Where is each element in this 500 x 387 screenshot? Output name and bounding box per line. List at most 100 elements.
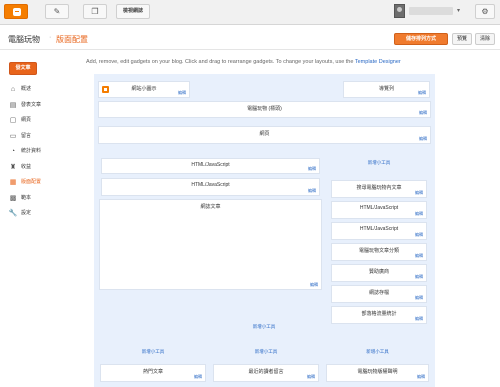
gadget-label: 導覽列 — [378, 86, 394, 92]
page-header: 電腦玩物 · 版面配置 儲存排列方式 預覽 清除 — [0, 26, 500, 50]
sidebar-item-label: 概述 — [21, 86, 32, 92]
html-javascript-gadget[interactable]: HTML/JavaScript 編輯 — [101, 178, 320, 196]
posts-list-icon[interactable]: ❐ — [83, 4, 107, 19]
sidebar-gadget[interactable]: 電腦玩物文章分類 編輯 — [331, 243, 427, 261]
sidebar-item-label: 設定 — [21, 210, 32, 216]
gadget-label: HTML/JavaScript — [191, 182, 230, 188]
sidebar-item-comments[interactable]: ▭ 留言 — [8, 129, 74, 145]
sidebar-item-label: 發表文章 — [21, 101, 42, 108]
view-blog-button[interactable]: 檢視網誌 — [116, 4, 150, 19]
sidebar-gadget[interactable]: 部落格流量統計 編輯 — [331, 306, 427, 324]
sidebar-nav: ⌂ 概述 ▤ 發表文章 ▢ 網頁 ▭ 留言 ◔ 統計資料 ♜ 收益 ▦ 版面配置 ▩ 範本 🔧 設… — [8, 82, 74, 222]
navbar-gadget[interactable]: 導覽列 編輯 — [343, 81, 430, 98]
sidebar-gadget[interactable]: 贊助廣商 編輯 — [331, 264, 427, 282]
comment-icon: ▭ — [9, 132, 17, 140]
edit-link[interactable]: 編輯 — [415, 274, 423, 280]
add-gadget-link[interactable]: 新增小工具 — [211, 349, 321, 355]
page-title: 版面配置 — [56, 35, 88, 44]
gadget-label: HTML/JavaScript — [359, 226, 399, 232]
gadget-label: HTML/JavaScript — [191, 162, 230, 168]
edit-link[interactable]: 編輯 — [415, 232, 423, 238]
new-post-pencil-icon[interactable]: ✎ — [45, 4, 69, 19]
gadget-label: 電腦玩物 (標頭) — [247, 106, 282, 112]
sidebar-item-pages[interactable]: ▢ 網頁 — [8, 113, 74, 129]
edit-link[interactable]: 編輯 — [418, 90, 426, 96]
favicon-gadget[interactable]: 網站小圖示 編輯 — [98, 81, 190, 98]
html-javascript-gadget[interactable]: HTML/JavaScript 編輯 — [101, 158, 320, 174]
edit-link[interactable]: 編輯 — [415, 190, 423, 196]
sidebar-item-layout[interactable]: ▦ 版面配置 — [8, 175, 74, 191]
edit-link[interactable]: 編輯 — [308, 188, 316, 194]
account-name-redacted[interactable] — [409, 7, 453, 15]
gadget-label: 部落格流量統計 — [361, 311, 397, 317]
template-designer-link[interactable]: Template Designer — [355, 59, 401, 65]
sidebar-item-label: 收益 — [21, 163, 32, 170]
edit-link[interactable]: 編輯 — [310, 282, 318, 288]
sidebar-gadget[interactable]: HTML/JavaScript 編輯 — [331, 201, 427, 219]
sidebar-item-posts[interactable]: ▤ 發表文章 — [8, 98, 74, 114]
edit-link[interactable]: 編輯 — [194, 374, 202, 380]
add-gadget-link[interactable]: 新增小工具 — [324, 349, 431, 355]
sidebar-gadget[interactable]: HTML/JavaScript 編輯 — [331, 222, 427, 240]
instructions-text: Add, remove, edit gadgets on your blog. … — [86, 59, 354, 65]
template-icon: ▩ — [9, 194, 17, 202]
blogger-logo-icon[interactable] — [4, 4, 28, 19]
sidebar-item-label: 範本 — [21, 194, 32, 201]
blog-title[interactable]: 電腦玩物 — [8, 34, 40, 45]
chevron-down-icon[interactable]: ▾ — [457, 7, 460, 14]
trophy-icon: ♜ — [9, 163, 17, 171]
gadget-label: 網誌存檔 — [368, 290, 389, 296]
edit-link[interactable]: 編輯 — [415, 253, 423, 259]
sidebar-item-earnings[interactable]: ♜ 收益 — [8, 160, 74, 176]
sidebar-item-label: 版面配置 — [21, 179, 42, 185]
sidebar-gadget[interactable]: 搜尋電腦玩物內文章 編輯 — [331, 180, 427, 198]
layout-icon: ▦ — [9, 179, 17, 186]
gear-icon[interactable]: ⚙ — [475, 4, 495, 19]
add-gadget-link[interactable]: 新增小工具 — [194, 324, 334, 330]
top-bar: ✎ ❐ 檢視網誌 ▾ ⚙ — [0, 0, 500, 25]
footer-gadget[interactable]: 電腦玩物版權聲明 編輯 — [326, 364, 429, 382]
sidebar-item-label: 網頁 — [21, 117, 32, 123]
pages-gadget[interactable]: 網頁 編輯 — [98, 126, 431, 144]
edit-link[interactable]: 編輯 — [415, 211, 423, 217]
gadget-label: 網誌文章 — [200, 204, 221, 210]
gadget-label: HTML/JavaScript — [359, 205, 399, 211]
sidebar-item-label: 留言 — [21, 132, 32, 139]
layout-canvas: 網站小圖示 編輯 導覽列 編輯 電腦玩物 (標頭) 編輯 網頁 編輯 HTML/… — [94, 74, 435, 387]
edit-link[interactable]: 編輯 — [419, 110, 427, 116]
add-gadget-link[interactable]: 新增小工具 — [98, 349, 208, 355]
wrench-icon: 🔧 — [8, 210, 18, 217]
sidebar-item-label: 統計資料 — [21, 148, 42, 154]
gadget-label: 搜尋電腦玩物內文章 — [356, 185, 402, 191]
edit-link[interactable]: 編輯 — [178, 90, 186, 96]
preview-button[interactable]: 預覽 — [452, 33, 472, 45]
edit-link[interactable]: 編輯 — [415, 316, 423, 322]
new-post-button[interactable]: 發文章 — [9, 62, 37, 75]
header-gadget[interactable]: 電腦玩物 (標頭) 編輯 — [98, 101, 431, 118]
edit-link[interactable]: 編輯 — [419, 136, 427, 142]
footer-gadget[interactable]: 熱門文章 編輯 — [100, 364, 206, 382]
breadcrumb-separator: · — [49, 34, 52, 41]
posts-icon: ▤ — [9, 101, 17, 109]
edit-link[interactable]: 編輯 — [307, 374, 315, 380]
edit-link[interactable]: 編輯 — [308, 166, 316, 172]
add-gadget-link[interactable]: 新增小工具 — [329, 160, 429, 166]
save-arrangement-button[interactable]: 儲存排列方式 — [394, 33, 448, 45]
blog-posts-gadget[interactable]: 網誌文章 編輯 — [99, 199, 322, 290]
edit-link[interactable]: 編輯 — [415, 295, 423, 301]
clear-button[interactable]: 清除 — [475, 33, 495, 45]
layout-instructions: Add, remove, edit gadgets on your blog. … — [86, 59, 401, 65]
sidebar-item-overview[interactable]: ⌂ 概述 — [8, 82, 74, 98]
home-icon: ⌂ — [10, 86, 16, 93]
pie-chart-icon: ◔ — [10, 148, 16, 155]
sidebar-gadget[interactable]: 網誌存檔 編輯 — [331, 285, 427, 303]
edit-link[interactable]: 編輯 — [417, 374, 425, 380]
sidebar-item-template[interactable]: ▩ 範本 — [8, 191, 74, 207]
footer-gadget[interactable]: 最近的讀者留言 編輯 — [213, 364, 319, 382]
sidebar-item-stats[interactable]: ◔ 統計資料 — [8, 144, 74, 160]
gadget-label: 電腦玩物文章分類 — [358, 248, 399, 254]
gadget-label: 電腦玩物版權聲明 — [357, 369, 398, 375]
gadget-label: 最近的讀者留言 — [248, 369, 284, 375]
sidebar-item-settings[interactable]: 🔧 設定 — [8, 206, 74, 222]
avatar[interactable] — [394, 4, 405, 18]
